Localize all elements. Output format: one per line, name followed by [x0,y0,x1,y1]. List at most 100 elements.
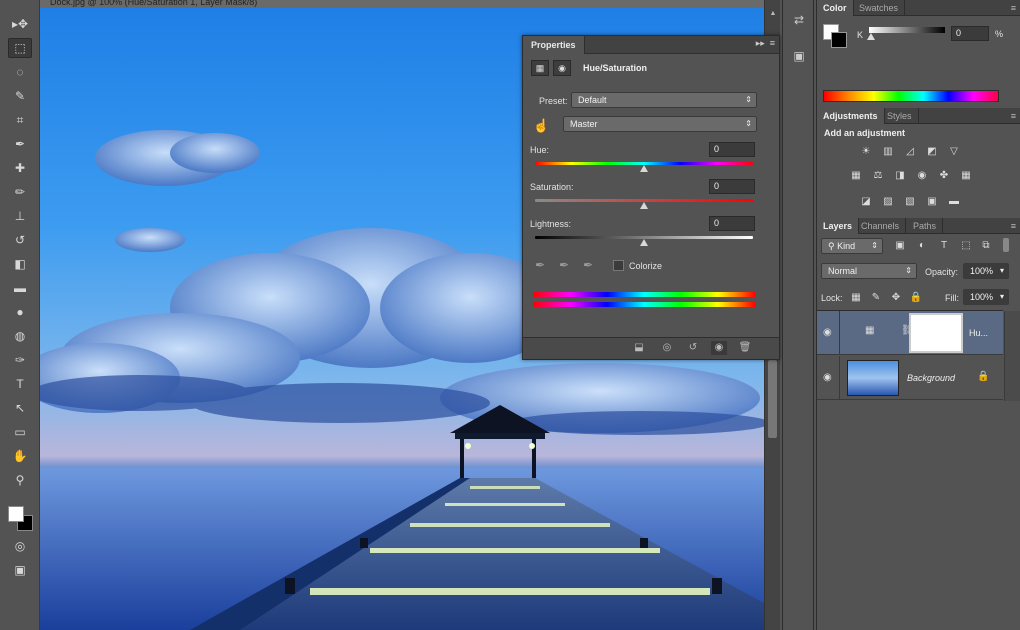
clone-stamp-tool-icon[interactable]: ⊥ [8,206,32,226]
tab-channels[interactable]: Channels [855,218,907,234]
layer-row-hue-saturation[interactable]: ◉ ▦ ⛓ Hu... [817,311,1003,355]
document-tab[interactable]: Dock.jpg @ 100% (Hue/Saturation 1, Layer… [40,0,764,8]
curves-icon[interactable]: ◿ [903,146,917,158]
foreground-color-swatch[interactable] [8,506,24,522]
brightness-contrast-icon[interactable]: ☀ [859,146,873,158]
channel-mixer-icon[interactable]: ✤ [937,170,951,182]
panel-menu-icon[interactable]: ≡ [1011,218,1016,234]
reset-icon[interactable]: ↺ [685,341,701,355]
lightness-input[interactable]: 0 [709,216,755,231]
panel-menu-icon[interactable]: ≡ [1011,108,1016,124]
invert-icon[interactable]: ◪ [859,196,873,208]
layer-name[interactable]: Background [907,373,955,383]
blend-mode-select[interactable]: Normal ⇕ [821,263,917,279]
lock-position-icon[interactable]: ✥ [889,292,903,304]
type-tool-icon[interactable]: T [8,374,32,394]
zoom-tool-icon[interactable]: ⚲ [8,470,32,490]
k-value-input[interactable]: 0 [951,26,989,41]
visibility-eye-icon[interactable]: ◉ [823,372,832,383]
hue-input[interactable]: 0 [709,142,755,157]
saturation-slider-knob[interactable] [640,202,648,209]
layer-thumbnail[interactable] [847,360,899,396]
filter-smart-object-icon[interactable]: ⧉ [979,240,993,252]
color-lookup-icon[interactable]: ▦ [959,170,973,182]
properties-dock-icon[interactable]: ▣ [789,46,809,66]
brush-tool-icon[interactable]: ✏ [8,182,32,202]
visibility-eye-icon[interactable]: ◉ [823,327,832,338]
vibrance-icon[interactable]: ▽ [947,146,961,158]
lock-image-icon[interactable]: ✎ [869,292,883,304]
eraser-tool-icon[interactable]: ◧ [8,254,32,274]
tab-color[interactable]: Color [817,0,854,16]
dodge-tool-icon[interactable]: ◍ [8,326,32,346]
fill-input[interactable]: 100% ▾ [963,289,1009,305]
marquee-tool-icon[interactable]: ⬚ [8,38,32,58]
opacity-input[interactable]: 100% ▾ [963,263,1009,279]
levels-icon[interactable]: ▥ [881,146,895,158]
quick-select-tool-icon[interactable]: ✎ [8,86,32,106]
background-swatch[interactable] [831,32,847,48]
lasso-tool-icon[interactable]: ◌ [8,62,32,82]
scroll-up-arrow-icon[interactable]: ▲ [768,10,778,20]
tab-properties[interactable]: Properties [523,36,585,54]
eyedropper-icon[interactable]: ✒ [535,258,545,272]
adjustment-icon[interactable]: ▦ [531,60,549,76]
filter-shape-icon[interactable]: ⬚ [959,240,973,252]
screen-mode-icon[interactable]: ▣ [8,560,32,580]
filter-adjustment-icon[interactable]: ◐ [915,240,929,252]
k-slider-track[interactable] [869,27,945,33]
quick-mask-icon[interactable]: ◎ [8,536,32,556]
hand-adjust-icon[interactable]: ☝ [533,118,549,134]
photo-filter-icon[interactable]: ◉ [915,170,929,182]
layer-row-background[interactable]: ◉ Background 🔒 [817,356,1003,400]
gradient-map-icon[interactable]: ▬ [947,196,961,208]
filter-toggle[interactable] [1003,238,1009,252]
move-tool-icon[interactable]: ▸✥ [8,14,32,34]
layers-scrollbar[interactable] [1004,311,1020,401]
color-balance-icon[interactable]: ⚖ [871,170,885,182]
rectangle-tool-icon[interactable]: ▭ [8,422,32,442]
layer-mask-thumbnail[interactable] [909,313,963,353]
history-icon[interactable]: ⇄ [789,10,809,30]
filter-kind-select[interactable]: ⚲ Kind ⇕ [821,238,883,254]
mask-icon[interactable]: ◉ [553,60,571,76]
clip-to-layer-icon[interactable]: ⬓ [631,341,647,355]
lock-transparent-icon[interactable]: ▦ [849,292,863,304]
lock-all-icon[interactable]: 🔒 [909,292,923,304]
healing-brush-tool-icon[interactable]: ✚ [8,158,32,178]
preset-select[interactable]: Default ⇕ [571,92,757,108]
hand-tool-icon[interactable]: ✋ [8,446,32,466]
lightness-slider-knob[interactable] [640,239,648,246]
tab-layers[interactable]: Layers [817,218,860,234]
exposure-icon[interactable]: ◩ [925,146,939,158]
eyedropper-plus-icon[interactable]: ✒ [559,258,569,272]
blur-tool-icon[interactable]: ● [8,302,32,322]
trash-icon[interactable]: 🗑 [737,341,753,355]
selective-color-icon[interactable]: ▣ [925,196,939,208]
filter-pixel-icon[interactable]: ▣ [893,240,907,252]
scroll-thumb[interactable] [768,360,777,438]
tab-paths[interactable]: Paths [907,218,944,234]
layer-name[interactable]: Hu... [969,328,988,338]
crop-tool-icon[interactable]: ⌗ [8,110,32,130]
saturation-input[interactable]: 0 [709,179,755,194]
eyedropper-minus-icon[interactable]: ✒ [583,258,593,272]
visibility-eye-icon[interactable]: ◉ [711,341,727,355]
colorize-checkbox[interactable] [613,260,624,271]
pen-tool-icon[interactable]: ✑ [8,350,32,370]
color-spectrum-bar[interactable] [823,90,999,102]
path-select-tool-icon[interactable]: ↖ [8,398,32,418]
history-brush-tool-icon[interactable]: ↺ [8,230,32,250]
eyedropper-tool-icon[interactable]: ✒ [8,134,32,154]
tab-adjustments[interactable]: Adjustments [817,108,885,124]
channel-select[interactable]: Master ⇕ [563,116,757,132]
black-white-icon[interactable]: ◨ [893,170,907,182]
hue-saturation-icon[interactable]: ▦ [849,170,863,182]
tab-styles[interactable]: Styles [881,108,919,124]
k-slider-knob[interactable] [867,33,875,40]
posterize-icon[interactable]: ▨ [881,196,895,208]
hue-slider-knob[interactable] [640,165,648,172]
threshold-icon[interactable]: ▧ [903,196,917,208]
gradient-tool-icon[interactable]: ▬ [8,278,32,298]
view-previous-icon[interactable]: ◎ [659,341,675,355]
